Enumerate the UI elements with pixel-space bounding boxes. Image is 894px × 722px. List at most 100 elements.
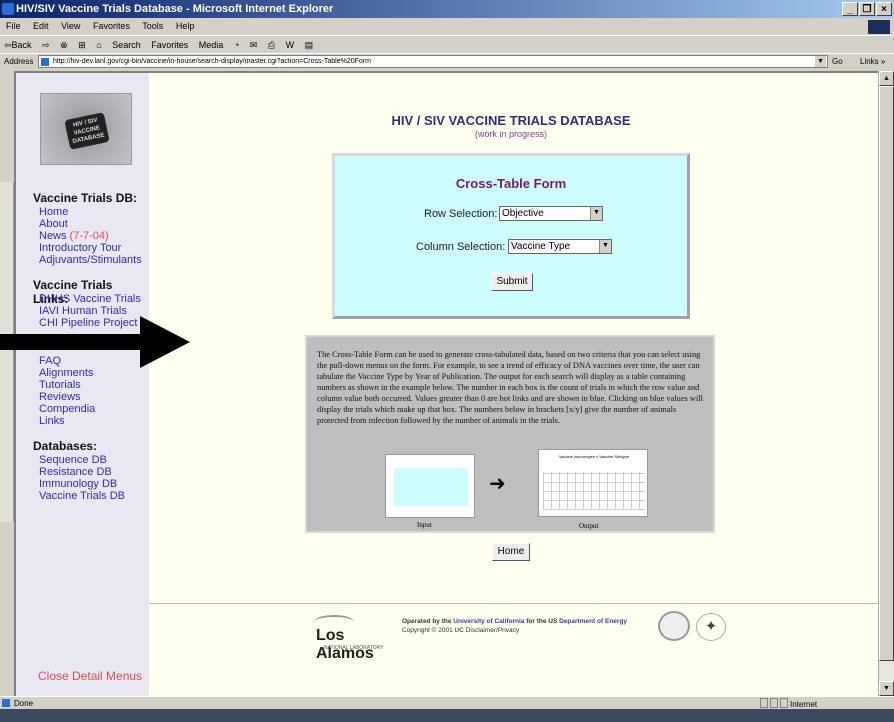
history-button[interactable]: ◔ bbox=[234, 40, 239, 50]
arrow-right-icon bbox=[0, 316, 190, 368]
row-selection-select[interactable]: Objective ▼ bbox=[499, 206, 603, 221]
status-bar: Done Internet bbox=[0, 696, 894, 709]
sidebar-link-about[interactable]: About bbox=[39, 218, 68, 230]
ie-logo-icon bbox=[2, 3, 14, 15]
title-bar: HIV/SIV Vaccine Trials Database - Micros… bbox=[0, 0, 894, 18]
cross-table-form: Cross-Table Form Row Selection: Objectiv… bbox=[332, 153, 690, 319]
menu-view[interactable]: View bbox=[61, 21, 80, 31]
go-button[interactable]: Go bbox=[832, 54, 843, 70]
address-input[interactable]: http://hiv-dev.lanl.gov/cgi-bin/vaccine/… bbox=[38, 55, 828, 68]
toolbar: ⇦Back ⇨ ⊗ ⊞ ⌂ Search Favorites Media ◔ ✉… bbox=[0, 35, 894, 53]
input-caption: Input bbox=[417, 521, 432, 529]
news-label: News bbox=[39, 230, 67, 242]
sidebar-link-introductory-tour[interactable]: Introductory Tour bbox=[39, 242, 121, 254]
submit-button[interactable]: Submit bbox=[491, 273, 533, 291]
vaccine-db-logo: HIV / SIV VACCINE DATABASE bbox=[40, 93, 132, 165]
page-done-icon bbox=[2, 699, 10, 707]
windows-logo-icon bbox=[868, 20, 890, 34]
logo-text: HIV / SIV VACCINE DATABASE bbox=[64, 112, 110, 150]
back-button[interactable]: ⇦Back bbox=[4, 40, 32, 50]
scroll-up-icon[interactable]: ▲ bbox=[879, 71, 894, 86]
sidebar-link-news[interactable]: News (7-7-04) bbox=[39, 230, 109, 242]
page-viewport: HIV / SIV VACCINE DATABASE Vaccine Trial… bbox=[14, 71, 878, 696]
address-label: Address bbox=[4, 57, 34, 66]
print-button[interactable]: ⎙ bbox=[268, 40, 275, 50]
favorites-button[interactable]: Favorites bbox=[151, 40, 188, 50]
page-subtitle: (work in progress) bbox=[474, 129, 548, 139]
home-button[interactable]: Home bbox=[492, 543, 530, 561]
uc-link[interactable]: University of California bbox=[453, 618, 524, 625]
menu-file[interactable]: File bbox=[6, 21, 21, 31]
refresh-button[interactable]: ⊞ bbox=[78, 40, 86, 50]
vertical-scrollbar[interactable]: ▲ ▼ bbox=[878, 71, 894, 696]
sidebar: HIV / SIV VACCINE DATABASE Vaccine Trial… bbox=[16, 73, 149, 696]
window-title: HIV/SIV Vaccine Trials Database - Micros… bbox=[16, 3, 334, 15]
operated-by-text: Operated by the University of California… bbox=[402, 618, 627, 625]
chevron-down-icon: ▼ bbox=[599, 240, 611, 253]
address-bar: Address http://hiv-dev.lanl.gov/cgi-bin/… bbox=[0, 53, 894, 69]
column-selection-value: Vaccine Type bbox=[511, 241, 571, 252]
home-icon-button[interactable]: ⌂ bbox=[96, 40, 101, 50]
row-selection-value: Objective bbox=[502, 208, 544, 219]
menu-bar: File Edit View Favorites Tools Help bbox=[0, 18, 894, 35]
op-prefix: Operated by the bbox=[402, 618, 454, 625]
menu-favorites[interactable]: Favorites bbox=[93, 21, 130, 31]
section-heading-databases: Databases: bbox=[33, 439, 98, 453]
sidebar-link-tutorials[interactable]: Tutorials bbox=[39, 379, 81, 391]
search-button[interactable]: Search bbox=[112, 40, 141, 50]
example-form-image bbox=[394, 468, 468, 506]
example-output-table bbox=[543, 472, 645, 510]
sidebar-link-links[interactable]: Links bbox=[39, 415, 65, 427]
sidebar-link-resistance-db[interactable]: Resistance DB bbox=[39, 466, 112, 478]
address-url: http://hiv-dev.lanl.gov/cgi-bin/vaccine/… bbox=[53, 58, 371, 65]
output-caption: Output bbox=[579, 522, 599, 530]
address-dropdown-icon[interactable]: ▼ bbox=[815, 56, 826, 67]
arrow-shape bbox=[0, 316, 190, 368]
scroll-down-icon[interactable]: ▼ bbox=[879, 681, 894, 696]
status-panels bbox=[760, 698, 788, 708]
forward-button[interactable]: ⇨ bbox=[42, 40, 50, 50]
sidebar-link-dhhs[interactable]: DHHS Vaccine Trials bbox=[39, 293, 141, 305]
description-text: The Cross-Table Form can be used to gene… bbox=[317, 350, 703, 425]
sidebar-link-home[interactable]: Home bbox=[39, 206, 68, 218]
sidebar-link-alignments[interactable]: Alignments bbox=[39, 367, 93, 379]
menu-tools[interactable]: Tools bbox=[142, 21, 163, 31]
menu-help[interactable]: Help bbox=[176, 21, 195, 31]
sidebar-link-immunology-db[interactable]: Immunology DB bbox=[39, 478, 117, 490]
stop-button[interactable]: ⊗ bbox=[60, 40, 68, 50]
sidebar-link-sequence-db[interactable]: Sequence DB bbox=[39, 454, 107, 466]
sidebar-link-reviews[interactable]: Reviews bbox=[39, 391, 81, 403]
sidebar-link-adjuvants[interactable]: Adjuvants/Stimulants bbox=[39, 254, 142, 266]
minimize-button[interactable]: _ bbox=[842, 2, 858, 16]
scroll-thumb[interactable] bbox=[879, 86, 894, 661]
section-heading-vaccine-trials-db: Vaccine Trials DB: bbox=[33, 191, 138, 205]
media-button[interactable]: Media bbox=[199, 40, 224, 50]
example-output-title: Vaccine Immunogen x Vaccine Subtype bbox=[558, 454, 630, 459]
close-button[interactable]: × bbox=[876, 2, 892, 16]
page-title: HIV / SIV VACCINE TRIALS DATABASE bbox=[391, 113, 631, 128]
menu-edit[interactable]: Edit bbox=[33, 21, 49, 31]
nih-seal-icon[interactable] bbox=[658, 611, 690, 641]
row-selection-label: Row Selection: bbox=[424, 208, 498, 220]
footer-divider bbox=[150, 603, 878, 604]
page-icon bbox=[41, 58, 49, 66]
news-date: (7-7-04) bbox=[69, 230, 109, 242]
example-input-thumbnail bbox=[385, 454, 475, 518]
maximize-button[interactable]: ❐ bbox=[859, 2, 875, 16]
los-alamos-logo[interactable]: Los Alamos NATIONAL LABORATORY bbox=[302, 613, 402, 662]
doe-link[interactable]: Department of Energy bbox=[559, 618, 627, 625]
column-selection-select[interactable]: Vaccine Type ▼ bbox=[508, 239, 612, 254]
links-button[interactable]: Links » bbox=[860, 54, 885, 70]
sidebar-link-vaccine-trials-db[interactable]: Vaccine Trials DB bbox=[39, 490, 125, 502]
lanl-subtitle: NATIONAL LABORATORY bbox=[324, 645, 384, 651]
edit-button[interactable]: W bbox=[286, 40, 295, 50]
hhs-eagle-icon[interactable]: ✦ bbox=[696, 613, 726, 641]
close-detail-menus-link[interactable]: Close Detail Menus bbox=[38, 669, 142, 683]
discuss-button[interactable]: ▤ bbox=[305, 40, 314, 50]
form-title: Cross-Table Form bbox=[455, 176, 567, 191]
mail-button[interactable]: ✉ bbox=[250, 40, 258, 50]
sidebar-link-compendia[interactable]: Compendia bbox=[39, 403, 95, 415]
example-output-thumbnail: Vaccine Immunogen x Vaccine Subtype bbox=[538, 449, 648, 517]
copyright-text[interactable]: Copyright © 2001 UC Disclaimer/Privacy bbox=[402, 627, 519, 634]
chevron-down-icon: ▼ bbox=[590, 207, 602, 220]
